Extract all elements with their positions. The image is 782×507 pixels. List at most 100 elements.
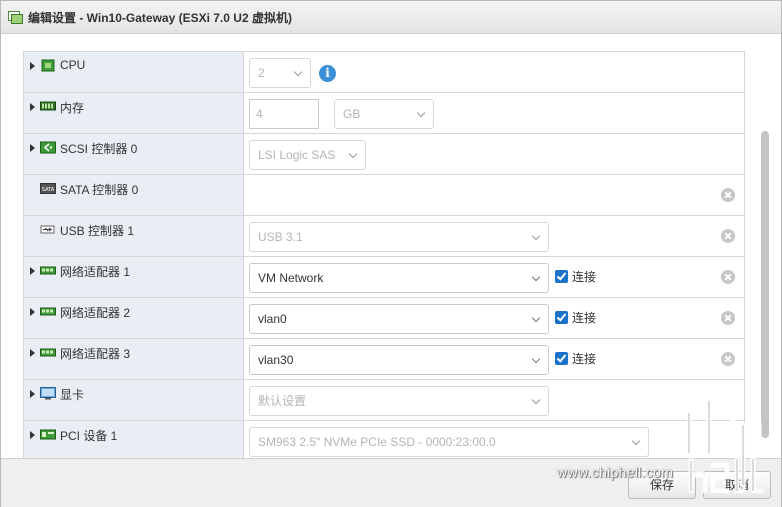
expand-arrow-icon[interactable] bbox=[30, 390, 35, 398]
select-value: VM Network bbox=[258, 271, 324, 285]
dialog-title: 编辑设置 - Win10-Gateway (ESXi 7.0 U2 虚拟机) bbox=[28, 10, 292, 25]
expand-arrow-icon[interactable] bbox=[30, 103, 35, 111]
dialog-titlebar: 编辑设置 - Win10-Gateway (ESXi 7.0 U2 虚拟机) bbox=[1, 1, 781, 34]
chevron-down-icon bbox=[531, 395, 541, 405]
select-value: vlan0 bbox=[258, 312, 287, 326]
row-network-adapter-1: 网络适配器 1 VM Network 连接 bbox=[23, 257, 745, 298]
row-value-cell: LSI Logic SAS bbox=[244, 134, 745, 174]
row-label-cell[interactable]: 网络适配器 2 bbox=[23, 298, 244, 338]
svg-text:SATA: SATA bbox=[42, 187, 55, 193]
select-value: SM963 2.5" NVMe PCIe SSD - 0000:23:00.0 bbox=[258, 435, 496, 449]
select-value: vlan30 bbox=[258, 353, 294, 367]
edit-settings-dialog: 编辑设置 - Win10-Gateway (ESXi 7.0 U2 虚拟机) C… bbox=[0, 0, 782, 507]
scsi-type-select[interactable]: LSI Logic SAS bbox=[249, 140, 366, 170]
network-adapter-icon bbox=[40, 307, 56, 316]
row-display: 显卡 默认设置 bbox=[23, 380, 745, 421]
network-adapter-icon bbox=[40, 348, 56, 357]
row-label-cell[interactable]: CPU bbox=[23, 52, 244, 92]
connect-toggle[interactable]: 连接 bbox=[555, 350, 596, 367]
row-value-cell: USB 3.1 bbox=[244, 216, 745, 256]
expand-arrow-icon[interactable] bbox=[30, 431, 35, 439]
remove-device-icon[interactable] bbox=[721, 229, 735, 243]
row-label-cell[interactable]: USB 控制器 1 bbox=[23, 216, 244, 256]
scsi-controller-icon bbox=[40, 141, 56, 154]
chevron-down-icon bbox=[531, 272, 541, 282]
row-label: 网络适配器 2 bbox=[60, 306, 131, 320]
chiphell-watermark-logo bbox=[686, 398, 764, 493]
chevron-down-icon bbox=[631, 436, 641, 446]
hardware-table: CPU 2 i 内存 4 GB SCSI 控制器 0 LSI Logic SAS… bbox=[23, 51, 745, 458]
row-label: 网络适配器 3 bbox=[60, 347, 131, 361]
connect-label: 连接 bbox=[572, 311, 597, 325]
row-label-cell[interactable]: 内存 bbox=[23, 93, 244, 133]
chevron-down-icon bbox=[348, 149, 358, 159]
row-label-cell[interactable]: SATA SATA 控制器 0 bbox=[23, 175, 244, 215]
select-value: 2 bbox=[258, 66, 265, 80]
display-settings-select[interactable]: 默认设置 bbox=[249, 386, 549, 416]
row-value-cell: 2 i bbox=[244, 52, 745, 92]
memory-unit-select[interactable]: GB bbox=[334, 99, 434, 129]
row-label: USB 控制器 1 bbox=[60, 224, 135, 238]
row-network-adapter-2: 网络适配器 2 vlan0 连接 bbox=[23, 298, 745, 339]
row-label-cell[interactable]: SCSI 控制器 0 bbox=[23, 134, 244, 174]
row-label: 网络适配器 1 bbox=[60, 265, 131, 279]
expand-arrow-icon[interactable] bbox=[30, 267, 35, 275]
connect-checkbox[interactable] bbox=[555, 352, 568, 365]
row-value-cell: vlan30 连接 bbox=[244, 339, 745, 379]
row-label: SCSI 控制器 0 bbox=[60, 142, 138, 156]
connect-checkbox[interactable] bbox=[555, 270, 568, 283]
row-pci-device: PCI 设备 1 SM963 2.5" NVMe PCIe SSD - 0000… bbox=[23, 421, 745, 458]
network-select[interactable]: vlan0 bbox=[249, 304, 549, 334]
select-value: LSI Logic SAS bbox=[258, 148, 336, 162]
row-label-cell[interactable]: 网络适配器 1 bbox=[23, 257, 244, 297]
network-select[interactable]: vlan30 bbox=[249, 345, 549, 375]
row-value-cell: 默认设置 bbox=[244, 380, 745, 420]
pci-device-icon bbox=[40, 429, 56, 440]
hardware-settings-panel: CPU 2 i 内存 4 GB SCSI 控制器 0 LSI Logic SAS… bbox=[1, 34, 781, 458]
row-label: SATA 控制器 0 bbox=[60, 183, 139, 197]
row-value-cell: VM Network 连接 bbox=[244, 257, 745, 297]
row-memory: 内存 4 GB bbox=[23, 93, 745, 134]
watermark-text: www.chiphell.com bbox=[557, 464, 674, 480]
pci-device-select[interactable]: SM963 2.5" NVMe PCIe SSD - 0000:23:00.0 bbox=[249, 427, 649, 457]
usb-version-select[interactable]: USB 3.1 bbox=[249, 222, 549, 252]
expand-arrow-icon[interactable] bbox=[30, 308, 35, 316]
row-label-cell[interactable]: PCI 设备 1 bbox=[23, 421, 244, 458]
row-label: 显卡 bbox=[60, 388, 85, 402]
remove-device-icon[interactable] bbox=[721, 188, 735, 202]
expand-arrow-icon[interactable] bbox=[30, 349, 35, 357]
row-value-cell: SM963 2.5" NVMe PCIe SSD - 0000:23:00.0 bbox=[244, 421, 745, 458]
vertical-scrollbar[interactable] bbox=[761, 131, 769, 438]
network-adapter-icon bbox=[40, 266, 56, 275]
memory-size-input[interactable]: 4 bbox=[249, 99, 319, 129]
connect-checkbox[interactable] bbox=[555, 311, 568, 324]
row-value-cell bbox=[244, 175, 745, 215]
row-value-cell: 4 GB bbox=[244, 93, 745, 133]
remove-device-icon[interactable] bbox=[721, 270, 735, 284]
expand-arrow-icon[interactable] bbox=[30, 62, 35, 70]
chevron-down-icon bbox=[531, 231, 541, 241]
select-value: GB bbox=[343, 107, 361, 121]
connect-toggle[interactable]: 连接 bbox=[555, 268, 596, 285]
remove-device-icon[interactable] bbox=[721, 311, 735, 325]
chevron-down-icon bbox=[416, 108, 426, 118]
row-sata-controller: SATA SATA 控制器 0 bbox=[23, 175, 745, 216]
info-icon[interactable]: i bbox=[319, 65, 336, 82]
row-label-cell[interactable]: 显卡 bbox=[23, 380, 244, 420]
network-select[interactable]: VM Network bbox=[249, 263, 549, 293]
row-usb-controller: USB 控制器 1 USB 3.1 bbox=[23, 216, 745, 257]
row-scsi-controller: SCSI 控制器 0 LSI Logic SAS bbox=[23, 134, 745, 175]
chevron-down-icon bbox=[293, 67, 303, 77]
select-value: 默认设置 bbox=[258, 394, 307, 408]
select-value: USB 3.1 bbox=[258, 230, 303, 244]
display-icon bbox=[40, 387, 56, 400]
chevron-down-icon bbox=[531, 313, 541, 323]
remove-device-icon[interactable] bbox=[721, 352, 735, 366]
row-label-cell[interactable]: 网络适配器 3 bbox=[23, 339, 244, 379]
cpu-count-select[interactable]: 2 bbox=[249, 58, 311, 88]
expand-arrow-icon[interactable] bbox=[30, 144, 35, 152]
row-value-cell: vlan0 连接 bbox=[244, 298, 745, 338]
row-label: CPU bbox=[60, 58, 86, 72]
connect-toggle[interactable]: 连接 bbox=[555, 309, 596, 326]
row-cpu: CPU 2 i bbox=[23, 52, 745, 93]
